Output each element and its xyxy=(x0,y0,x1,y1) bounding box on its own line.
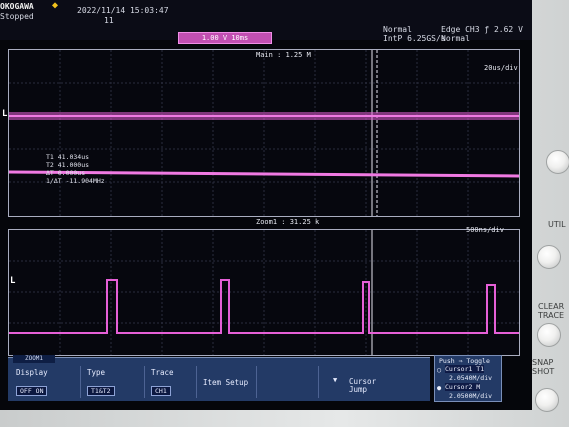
main-time-div: 20us/div xyxy=(484,64,518,72)
menu-title: ZOOM1 xyxy=(13,355,55,363)
zoom-level-marker: L xyxy=(10,276,16,286)
menu-item-setup[interactable]: Item Setup xyxy=(196,366,255,398)
zoom-window-title: Zoom1 : 31.25 k xyxy=(256,218,320,226)
acquisition-mode: Normal xyxy=(383,25,412,34)
menu-trace-value: CH1 xyxy=(151,386,171,396)
zoom-grid xyxy=(9,230,519,355)
menu-display-label: Display xyxy=(16,368,48,377)
menu-item-setup-label: Item Setup xyxy=(203,378,249,387)
radio-icon: ○ xyxy=(437,366,442,374)
radio-selected-icon: ● xyxy=(437,384,442,392)
menu-trace[interactable]: Trace CH1 xyxy=(144,366,195,398)
readout-line3: 2.0540M/div xyxy=(449,374,493,382)
snap-shot-button[interactable] xyxy=(535,388,559,412)
readout-line2: Cursor1 T1 xyxy=(445,365,485,373)
readout-line5: 2.0500M/div xyxy=(449,392,493,400)
menu-type-value: T1&T2 xyxy=(87,386,115,396)
main-window-title: Main : 1.25 M xyxy=(256,51,311,59)
oscilloscope-screen: OKOGAWA ◆ Stopped 2022/11/14 15:03:47 11… xyxy=(0,0,532,410)
main-level-marker: L xyxy=(2,109,8,119)
cursor-t1: T1 41.034us xyxy=(46,153,90,161)
clear-trace-label: CLEAR TRACE xyxy=(538,302,565,320)
menu-trace-label: Trace xyxy=(151,368,174,377)
cursor-inv-dt: 1/ΔT -11.904MHz xyxy=(46,177,105,185)
util-label: UTIL xyxy=(548,220,566,229)
menu-cursor-jump-label: Cursor Jump xyxy=(349,377,377,394)
menu-cursor-jump[interactable]: Cursor Jump ▼ xyxy=(318,366,379,398)
jump-arrow-icon: ▼ xyxy=(333,376,338,384)
cursor-t2: T2 41.000us xyxy=(46,161,90,169)
menu-display[interactable]: Display OFF ON xyxy=(10,366,78,398)
menu-type-label: Type xyxy=(87,368,106,377)
menu-type[interactable]: Type T1&T2 xyxy=(80,366,143,398)
trigger-mode: Normal xyxy=(441,34,470,43)
util-button[interactable] xyxy=(546,150,569,174)
zoom-window xyxy=(8,229,520,356)
snap-shot-label: SNAP SHOT xyxy=(532,358,555,376)
zoom-time-div: 500ns/div xyxy=(466,226,504,234)
readout-line1: Push ⇒ Toggle xyxy=(439,357,490,365)
trigger-position-bar: 1.00 V 10ms xyxy=(178,32,272,44)
brand-label: OKOGAWA xyxy=(0,2,34,11)
menu-display-value: OFF ON xyxy=(16,386,48,396)
util-key[interactable] xyxy=(537,245,561,269)
datetime: 2022/11/14 15:03:47 xyxy=(77,6,169,15)
brand-diamond-icon: ◆ xyxy=(52,0,59,11)
clear-trace-button[interactable] xyxy=(537,323,561,347)
sample-rate: IntP 6.25GS/s xyxy=(383,34,446,43)
menu-blank[interactable] xyxy=(256,366,317,398)
readout-line4: Cursor2 M xyxy=(445,383,481,391)
main-window xyxy=(8,49,520,217)
main-grid xyxy=(9,50,519,216)
trigger-info: Edge CH3 ƒ 2.62 V xyxy=(441,25,523,34)
cursor-readout: T1 41.034us T2 41.000us ΔT 0.000us 1/ΔT … xyxy=(46,153,105,185)
run-state: Stopped xyxy=(0,12,34,21)
readout-box: Push ⇒ Toggle Cursor1 T1 2.0540M/div Cur… xyxy=(434,355,502,402)
acquisition-count: 11 xyxy=(104,16,114,25)
cursor-dt: ΔT 0.000us xyxy=(46,169,86,177)
